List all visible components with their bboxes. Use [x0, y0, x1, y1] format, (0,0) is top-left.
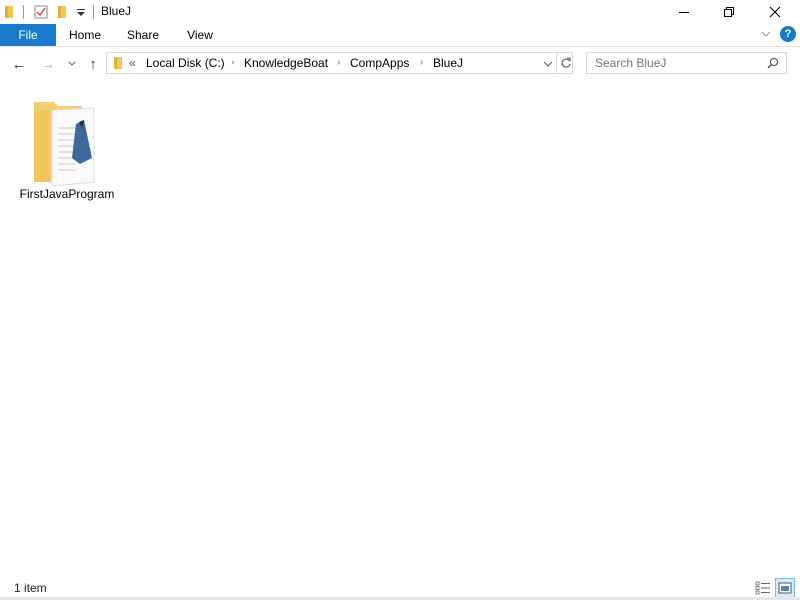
- up-button[interactable]: ↑: [84, 56, 102, 73]
- details-view-icon: [755, 581, 770, 595]
- ribbon: File Home Share View ?: [0, 24, 800, 47]
- address-bar[interactable]: « Local Disk (C:) › KnowledgeBoat › Comp…: [106, 52, 573, 74]
- breadcrumb-separator[interactable]: ›: [337, 57, 340, 68]
- breadcrumb-compapps[interactable]: CompApps: [350, 56, 409, 70]
- minimize-button[interactable]: [661, 0, 707, 24]
- tab-file[interactable]: File: [0, 24, 56, 46]
- forward-button[interactable]: →: [39, 56, 57, 73]
- address-history-dropdown[interactable]: [543, 58, 553, 72]
- customize-dropdown-icon[interactable]: [76, 4, 86, 20]
- refresh-button[interactable]: [560, 57, 572, 72]
- folder-item[interactable]: FirstJavaProgram: [18, 94, 116, 204]
- close-icon: [769, 6, 781, 18]
- search-input[interactable]: [595, 56, 765, 70]
- breadcrumb-bluej[interactable]: BlueJ: [433, 56, 463, 70]
- chevron-down-icon: [543, 61, 553, 67]
- tab-share[interactable]: Share: [120, 24, 166, 46]
- recent-locations-button[interactable]: [63, 56, 81, 72]
- breadcrumb-local-disk[interactable]: Local Disk (C:): [146, 56, 225, 70]
- chevron-down-icon: [68, 61, 76, 66]
- expand-ribbon-button[interactable]: [760, 28, 772, 43]
- large-icons-view-icon: [778, 582, 792, 594]
- title-bar: BlueJ: [0, 0, 800, 24]
- breadcrumb-knowledgeboat[interactable]: KnowledgeBoat: [244, 56, 328, 70]
- separator: [23, 5, 24, 19]
- folder-icon: [113, 56, 123, 73]
- details-view-button[interactable]: [753, 578, 773, 598]
- chevron-down-icon: [761, 31, 771, 37]
- minimize-icon: [679, 12, 689, 13]
- tab-home[interactable]: Home: [62, 24, 108, 46]
- refresh-icon: [561, 57, 571, 68]
- java-folder-icon: [34, 102, 95, 186]
- help-icon[interactable]: ?: [780, 26, 796, 42]
- tab-view[interactable]: View: [177, 24, 223, 46]
- properties-check-icon[interactable]: [34, 4, 48, 20]
- status-item-count: 1 item: [14, 581, 47, 595]
- close-button[interactable]: [752, 0, 798, 24]
- breadcrumb-overflow[interactable]: «: [129, 56, 136, 70]
- restore-button[interactable]: [706, 0, 752, 24]
- separator: [93, 5, 94, 19]
- restore-icon: [724, 7, 734, 17]
- breadcrumb-separator[interactable]: ›: [420, 57, 423, 68]
- folder-icon: [4, 4, 14, 20]
- new-folder-icon[interactable]: [57, 4, 67, 20]
- divider: [556, 53, 557, 73]
- back-button[interactable]: ←: [10, 56, 28, 73]
- breadcrumb-separator[interactable]: ›: [231, 57, 234, 68]
- search-box[interactable]: [586, 52, 787, 74]
- large-icons-view-button[interactable]: [775, 578, 795, 598]
- search-icon[interactable]: [767, 57, 779, 72]
- folder-name: FirstJavaProgram: [19, 187, 115, 201]
- window-title: BlueJ: [101, 4, 132, 18]
